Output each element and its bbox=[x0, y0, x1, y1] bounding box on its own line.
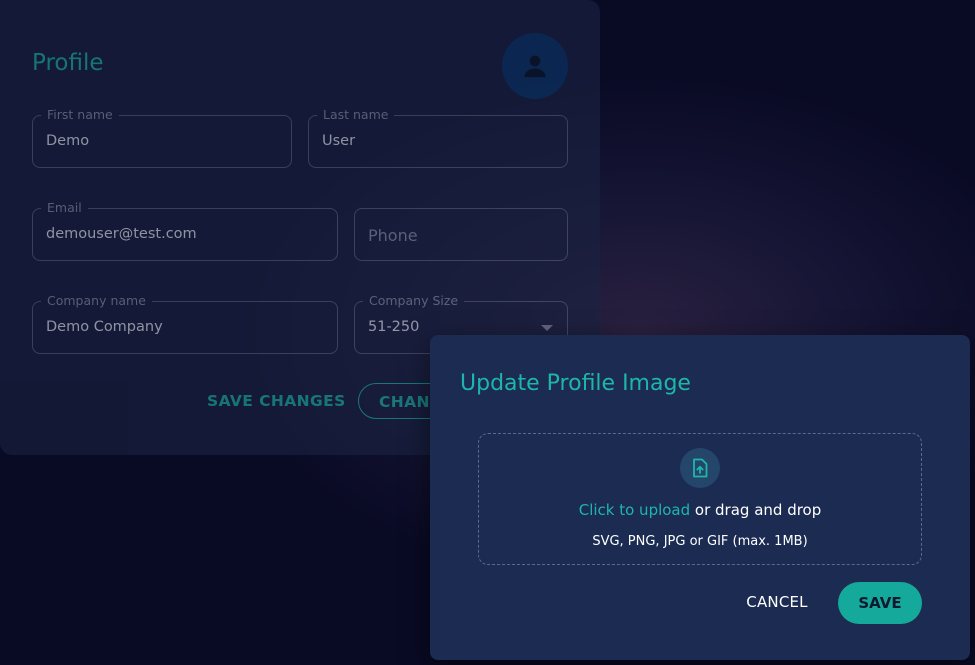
company-size-label: Company Size bbox=[363, 293, 465, 308]
upload-icon-container bbox=[680, 448, 720, 488]
update-profile-image-dialog: Update Profile Image Click to upload or … bbox=[430, 335, 970, 660]
upload-format-hint: SVG, PNG, JPG or GIF (max. 1MB) bbox=[592, 534, 808, 549]
avatar[interactable] bbox=[502, 33, 568, 99]
first-name-label: First name bbox=[41, 107, 119, 122]
email-value: demouser@test.com bbox=[46, 226, 197, 242]
company-name-label: Company name bbox=[41, 293, 152, 308]
dialog-title: Update Profile Image bbox=[460, 371, 691, 396]
last-name-label: Last name bbox=[317, 107, 395, 122]
first-name-value: Demo bbox=[46, 133, 90, 149]
caret-down-icon bbox=[541, 325, 553, 331]
upload-instructions: Click to upload or drag and drop bbox=[479, 501, 921, 519]
company-size-value: 51-250 bbox=[368, 319, 420, 335]
phone-field[interactable]: Phone bbox=[354, 208, 568, 261]
last-name-value: User bbox=[322, 133, 356, 149]
company-name-value: Demo Company bbox=[46, 319, 163, 335]
file-upload-icon bbox=[693, 458, 708, 478]
cancel-button[interactable]: CANCEL bbox=[732, 581, 822, 623]
save-changes-button[interactable]: SAVE CHANGES bbox=[207, 392, 346, 410]
first-name-field[interactable]: First name Demo bbox=[32, 107, 292, 168]
click-to-upload-link[interactable]: Click to upload bbox=[579, 501, 690, 519]
profile-title: Profile bbox=[32, 50, 104, 76]
phone-placeholder: Phone bbox=[368, 226, 418, 245]
person-icon bbox=[524, 55, 546, 78]
upload-dropzone[interactable]: Click to upload or drag and drop SVG, PN… bbox=[478, 433, 922, 565]
email-label: Email bbox=[41, 200, 88, 215]
email-field[interactable]: Email demouser@test.com bbox=[32, 200, 338, 261]
drag-drop-text: or drag and drop bbox=[690, 501, 822, 519]
last-name-field[interactable]: Last name User bbox=[308, 107, 568, 168]
company-name-field[interactable]: Company name Demo Company bbox=[32, 293, 338, 354]
save-button[interactable]: SAVE bbox=[838, 582, 922, 624]
